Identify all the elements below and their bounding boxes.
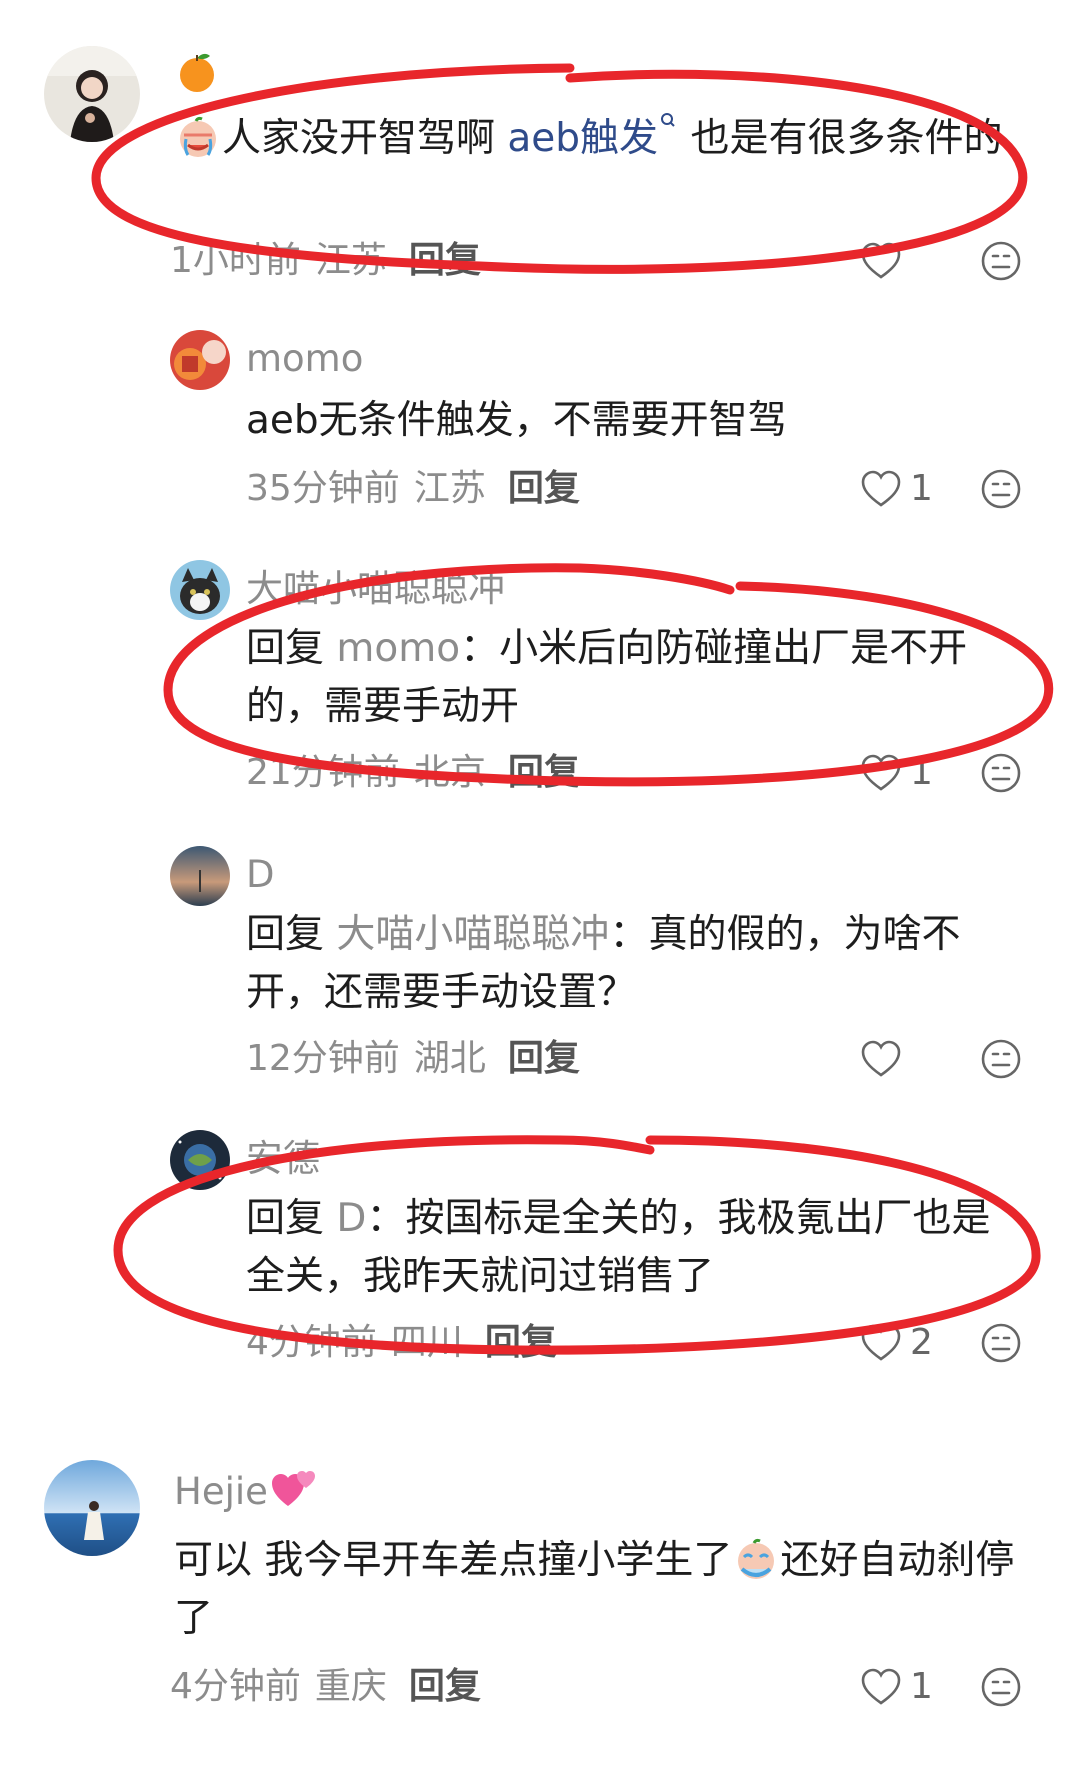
reply-meta: 21分钟前 北京 回复 [246,750,580,796]
heart-icon [861,754,901,791]
reply-meta: 35分钟前 江苏 回复 [246,466,580,512]
reply-location: 四川 [390,1322,463,1363]
reply-button[interactable]: 回复 [485,1322,557,1363]
like-count: 1 [910,752,933,793]
emoji-reaction-icon [981,1039,1021,1079]
comment-meta: 1小时前 江苏 回复 [170,238,481,284]
heart-icon [861,470,901,507]
comment-meta: 4分钟前 重庆 回复 [170,1664,481,1710]
emoji-reaction-icon [981,1667,1021,1707]
avatar[interactable] [44,46,140,142]
reply-time: 35分钟前 [246,468,400,509]
emoji-reaction-button[interactable] [980,1666,1022,1708]
reply-button[interactable]: 回复 [409,1666,481,1707]
emoji-reaction-button[interactable] [980,1038,1022,1080]
reply-target[interactable]: momo [336,626,460,671]
reply-location: 湖北 [413,1038,486,1079]
emoji-reaction-button[interactable] [980,1322,1022,1364]
reply-meta: 4分钟前 四川 回复 [246,1320,557,1366]
username[interactable]: Hejie [174,1466,318,1515]
reply-actions: 1 [860,466,1022,512]
like-button[interactable]: 1 [860,1664,980,1710]
comment-location: 重庆 [314,1666,387,1707]
comment-actions [860,238,1022,284]
like-count: 1 [910,1666,933,1707]
reply-location: 北京 [413,752,486,793]
username[interactable]: D [246,852,275,898]
comment-text: 可以 我今早开车差点撞小学生了 还好自动刹停了 [174,1538,1015,1641]
hearts-emoji-icon [271,1471,315,1506]
comment-time: 4分钟前 [170,1666,301,1707]
emoji-reaction-icon [981,753,1021,793]
username-emoji[interactable] [174,48,220,105]
reply-button[interactable]: 回复 [409,240,481,281]
reply-meta: 12分钟前 湖北 回复 [246,1036,580,1082]
comment-text: 人家没开智驾啊 aeb触发 也是有很多条件的 [174,110,1014,168]
username[interactable]: momo [246,336,363,382]
emoji-reaction-button[interactable] [980,468,1022,510]
reply-text: 回复 大喵小喵聪聪冲：真的假的，为啥不开，还需要手动设置？ [246,912,961,1015]
comment-time: 1小时前 [170,240,301,281]
reply-text: aeb无条件触发，不需要开智驾 [246,398,787,443]
reply-button[interactable]: 回复 [508,752,580,793]
aeb-link[interactable]: aeb触发 [507,113,678,161]
reply-text: 回复 D：按国标是全关的，我极氪出厂也是全关，我昨天就问过销售了 [246,1196,991,1299]
like-button[interactable] [860,241,980,281]
like-button[interactable]: 1 [860,466,980,512]
like-button[interactable] [860,1039,980,1079]
emoji-reaction-button[interactable] [980,752,1022,794]
reply-button[interactable]: 回复 [508,468,580,509]
reply-location: 江苏 [413,468,486,509]
heart-icon [861,1668,901,1705]
reply-time: 12分钟前 [246,1038,400,1079]
like-count: 1 [910,468,933,509]
heart-icon [861,1040,901,1077]
avatar[interactable] [170,846,230,906]
reply-target[interactable]: 大喵小喵聪聪冲 [336,912,609,957]
reply-time: 4分钟前 [246,1322,377,1363]
like-button[interactable]: 2 [860,1320,980,1366]
reply-time: 21分钟前 [246,752,400,793]
reply-actions: 1 [860,750,1022,796]
heart-icon [861,242,901,279]
like-button[interactable]: 1 [860,750,980,796]
like-count: 2 [910,1322,933,1363]
comment-location: 江苏 [314,240,387,281]
emoji-reaction-icon [981,1323,1021,1363]
emoji-reaction-icon [981,469,1021,509]
reply-actions [860,1036,1022,1082]
search-link-icon [661,113,675,127]
reply-button[interactable]: 回复 [508,1038,580,1079]
reply-text: 回复 momo：小米后向防碰撞出厂是不开的，需要手动开 [246,626,968,729]
avatar[interactable] [170,1130,230,1190]
reply-actions: 2 [860,1320,1022,1366]
username[interactable]: 大喵小喵聪聪冲 [246,566,505,612]
username[interactable]: 安德 [246,1136,320,1182]
reply-target[interactable]: D [336,1196,366,1241]
emoji-reaction-icon [981,241,1021,281]
orange-emoji-icon [180,53,214,92]
crying-emoji-icon [738,1538,775,1579]
avatar[interactable] [44,1460,140,1556]
avatar[interactable] [170,330,230,390]
emoji-reaction-button[interactable] [980,240,1022,282]
crying-emoji-icon [180,116,216,157]
heart-icon [861,1324,901,1361]
avatar[interactable] [170,560,230,620]
comment-actions: 1 [860,1664,1022,1710]
